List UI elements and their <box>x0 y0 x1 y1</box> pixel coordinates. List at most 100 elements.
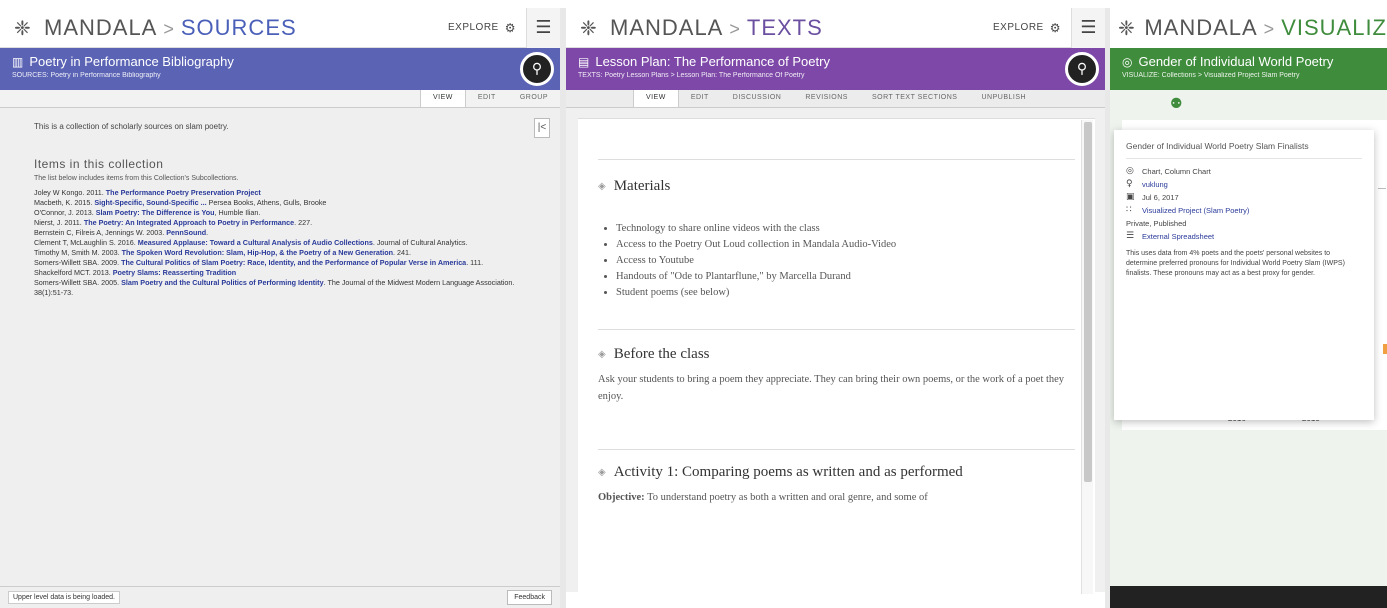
breadcrumb[interactable]: SOURCES: Poetry in Performance Bibliogra… <box>12 72 548 79</box>
visualize-panel: ❈ MANDALA > VISUALIZ ◎ Gender of Individual… <box>1110 8 1387 608</box>
list-item: Student poems (see below) <box>616 285 1075 301</box>
objective-text: Objective: To understand poetry as both … <box>598 492 928 503</box>
info-row: ☰ External Spreadsheet <box>1126 230 1362 243</box>
collection-link[interactable]: Visualized Project (Slam Poetry) <box>1142 204 1249 217</box>
section-divider <box>598 329 1075 330</box>
tab-view[interactable]: VIEW <box>419 90 466 107</box>
list-item: Clement T, McLaughlin S. 2016. Measured … <box>34 238 468 247</box>
list-item: Somers-Willett SBA. 2009. The Cultural P… <box>34 258 484 267</box>
item-link[interactable]: The Poetry: An Integrated Approach to Po… <box>84 218 294 227</box>
status-footer: Upper level data is being loaded. Feedba… <box>0 586 560 608</box>
mandala-logo-icon[interactable]: ❈ <box>1118 17 1136 39</box>
tab-unpublish[interactable]: UNPUBLISH <box>969 90 1038 107</box>
feedback-button[interactable]: Feedback <box>507 590 552 605</box>
tab-revisions[interactable]: REVISIONS <box>793 90 860 107</box>
list-item: O'Connor, J. 2013. Slam Poetry: The Diff… <box>34 208 261 217</box>
title-band: ▥ Poetry in Performance Bibliography SOUR… <box>0 48 560 90</box>
info-row: ▣ Jul 6, 2017 <box>1126 192 1179 202</box>
breadcrumb[interactable]: TEXTS: Poetry Lesson Plans > Lesson Plan… <box>578 72 1093 79</box>
footer-bar <box>1110 586 1387 608</box>
person-icon[interactable]: ⚉ <box>1170 96 1183 112</box>
spreadsheet-link[interactable]: External Spreadsheet <box>1142 230 1214 243</box>
tab-view[interactable]: VIEW <box>632 90 679 107</box>
explore-icon: ⚙ <box>1049 20 1061 35</box>
search-icon[interactable]: ⚲ <box>1065 52 1099 86</box>
list-item: Shackelford MCT. 2013. Poetry Slams: Rea… <box>34 268 237 277</box>
item-link[interactable]: Poetry Slams: Reasserting Tradition <box>113 268 236 277</box>
tab-group[interactable]: GROUP <box>508 90 560 107</box>
book-icon: ▥ <box>12 54 24 69</box>
list-item: Handouts of "Ode to Plantarflune," by Ma… <box>616 269 1075 285</box>
search-icon[interactable]: ⚲ <box>520 52 554 86</box>
list-item: Macbeth, K. 2015. Sight-Specific, Sound-… <box>34 198 327 207</box>
list-item: Timothy M, Smith M. 2003. The Spoken Wor… <box>34 248 412 257</box>
explore-button[interactable]: EXPLORE ⚙ <box>983 21 1071 35</box>
before-heading: ◈ Before the class <box>598 346 710 362</box>
sources-body: This is a collection of scholarly source… <box>0 108 560 592</box>
materials-list: Technology to share online videos with t… <box>616 221 1075 301</box>
list-item: Access to the Poetry Out Loud collection… <box>616 237 1075 253</box>
menu-icon[interactable]: ☰ <box>526 8 560 48</box>
menu-icon[interactable]: ☰ <box>1071 8 1105 48</box>
item-link[interactable]: Slam Poetry and the Cultural Politics of… <box>121 278 323 287</box>
list-item: Technology to share online videos with t… <box>616 221 1075 237</box>
visualize-header: ❈ MANDALA > VISUALIZ <box>1110 8 1387 48</box>
screen-root: ❈ MANDALA > SOURCES EXPLORE ⚙ ☰ ▥ Poetry in … <box>0 0 1387 608</box>
materials-heading: ◈ Materials <box>598 178 671 194</box>
breadcrumb[interactable]: VISUALIZE: Collections > Visualized Proj… <box>1122 72 1375 79</box>
card-description: This uses data from 4% poets and the poe… <box>1126 250 1345 277</box>
page-title: Gender of Individual World Poetry <box>1138 54 1334 69</box>
tab-discussion[interactable]: DISCUSSION <box>721 90 794 107</box>
collection-intro: This is a collection of scholarly source… <box>34 122 229 131</box>
section-name: VISUALIZ <box>1281 15 1387 40</box>
tab-sort-sections[interactable]: SORT TEXT SECTIONS <box>860 90 970 107</box>
tab-edit[interactable]: EDIT <box>466 90 508 107</box>
list-item: Bernstein C, Filreis A, Jennings W. 2003… <box>34 228 209 237</box>
item-link[interactable]: The Spoken Word Revolution: Slam, Hip-Ho… <box>122 248 393 257</box>
mandala-logo-icon[interactable]: ❈ <box>580 17 602 39</box>
author-link[interactable]: vuklung <box>1142 178 1168 191</box>
info-row: ♀ vuklung <box>1126 178 1362 191</box>
eye-icon: ◎ <box>1122 54 1133 69</box>
card-title: Gender of Individual World Poetry Slam F… <box>1126 140 1362 159</box>
item-link[interactable]: PennSound <box>166 228 206 237</box>
info-card: Gender of Individual World Poetry Slam F… <box>1114 130 1374 420</box>
item-link[interactable]: Measured Applause: Toward a Cultural Ana… <box>138 238 373 247</box>
item-link[interactable]: The Performance Poetry Preservation Proj… <box>106 188 261 197</box>
section-divider <box>598 159 1075 160</box>
calendar-icon: ▣ <box>1126 192 1135 202</box>
before-text: Ask your students to bring a poem they a… <box>598 374 1065 402</box>
page-title: Lesson Plan: The Performance of Poetry <box>595 54 830 69</box>
scrollbar[interactable] <box>1081 120 1093 594</box>
section-divider <box>598 449 1075 450</box>
mandala-logo-icon[interactable]: ❈ <box>14 17 36 39</box>
tab-edit[interactable]: EDIT <box>679 90 721 107</box>
tab-bar: VIEW EDIT GROUP <box>0 90 560 108</box>
item-link[interactable]: Sight-Specific, Sound-Specific ... <box>94 198 206 207</box>
brand-title[interactable]: MANDALA > TEXTS <box>610 15 823 41</box>
info-row: ◎ Chart, Column Chart <box>1126 166 1211 176</box>
list-item: Nierst, J. 2011. The Poetry: An Integrat… <box>34 218 313 227</box>
document-content: ◈Materials Technology to share online vi… <box>578 118 1095 592</box>
item-link[interactable]: The Cultural Politics of Slam Poetry: Ra… <box>121 258 466 267</box>
info-row: ∷ Visualized Project (Slam Poetry) <box>1126 204 1362 217</box>
collapse-icon[interactable]: |< <box>534 118 550 138</box>
user-icon: ♀ <box>1126 179 1133 189</box>
sources-header: ❈ MANDALA > SOURCES EXPLORE ⚙ ☰ <box>0 8 560 48</box>
chart-bar-mark <box>1383 344 1387 354</box>
list-icon: ☰ <box>1126 231 1135 241</box>
brand-title[interactable]: MANDALA > VISUALIZ <box>1144 15 1387 41</box>
diamond-icon: ◈ <box>598 181 606 192</box>
document-icon: ▤ <box>578 54 590 69</box>
brand-title[interactable]: MANDALA > SOURCES <box>44 15 297 41</box>
items-heading: Items in this collection <box>34 157 164 171</box>
item-link[interactable]: Slam Poetry: The Difference is You <box>96 208 215 217</box>
section-name: SOURCES <box>180 14 297 40</box>
collection-icon: ∷ <box>1126 205 1132 215</box>
list-item: Somers-Willett SBA. 2005. Slam Poetry an… <box>34 278 515 297</box>
chart-gridline <box>1378 188 1386 189</box>
title-band: ▤ Lesson Plan: The Performance of Poetry … <box>566 48 1105 90</box>
page-title: Poetry in Performance Bibliography <box>29 54 234 69</box>
scrollbar-thumb[interactable] <box>1084 122 1092 482</box>
explore-button[interactable]: EXPLORE ⚙ <box>438 21 526 35</box>
